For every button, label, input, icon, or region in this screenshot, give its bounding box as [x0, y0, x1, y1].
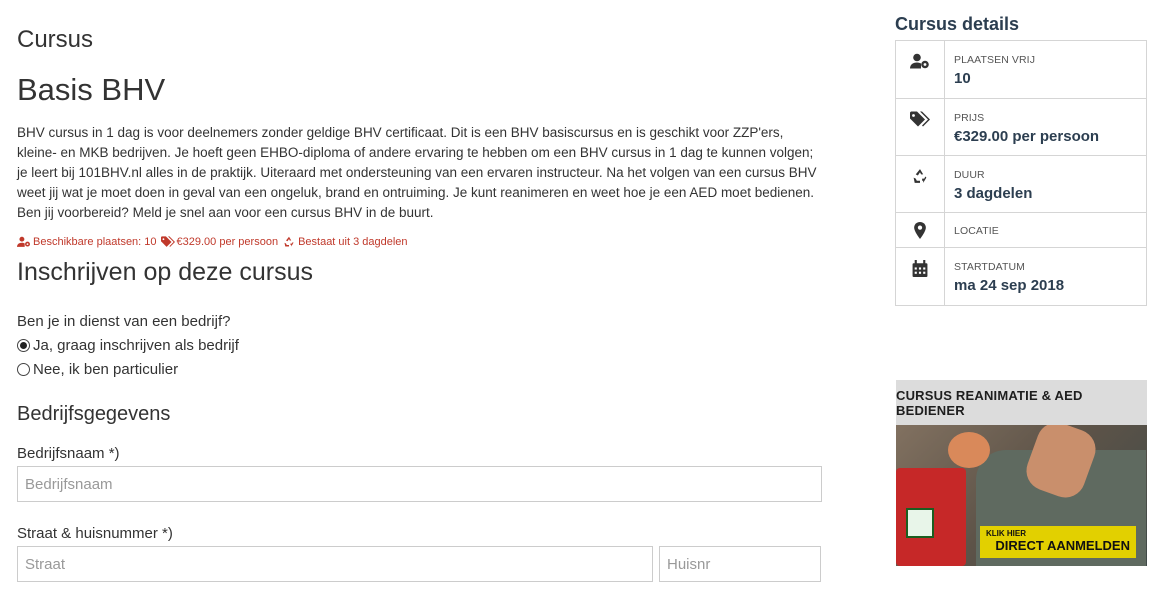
detail-row-startdate: STARTDATUM ma 24 sep 2018	[896, 248, 1146, 305]
aed-device	[896, 468, 966, 566]
recycle-icon	[913, 169, 927, 183]
company-details-heading: Bedrijfsgegevens	[17, 403, 171, 425]
course-description: BHV cursus in 1 dag is voor deelnemers z…	[17, 125, 817, 220]
course-details-table: PLAATSEN VRIJ 10 PRIJS €329.00 per perso…	[895, 40, 1147, 306]
course-details-heading: Cursus details	[895, 14, 1020, 34]
meta-places-text: Beschikbare plaatsen: 10	[33, 236, 157, 248]
tags-icon	[160, 236, 175, 247]
enroll-heading: Inschrijven op deze cursus	[17, 258, 313, 286]
radio-company-label: Ja, graag inschrijven als bedrijf	[33, 337, 239, 354]
street-input[interactable]	[17, 546, 653, 582]
radio-company[interactable]: Ja, graag inschrijven als bedrijf	[17, 337, 239, 354]
meta-price: €329.00 per persoon	[160, 236, 279, 248]
banner-cta-big: DIRECT AANMELDEN	[995, 538, 1130, 553]
meta-duration-text: Bestaat uit 3 dagdelen	[298, 236, 408, 248]
radio-private[interactable]: Nee, ik ben particulier	[17, 361, 178, 378]
detail-value-places: 10	[954, 70, 971, 87]
meta-price-text: €329.00 per persoon	[176, 236, 279, 248]
detail-key-places: PLAATSEN VRIJ	[954, 54, 1036, 66]
detail-value-price: €329.00 per persoon	[954, 128, 1100, 145]
detail-key-duration: DUUR	[954, 169, 985, 181]
radio-company-button[interactable]	[17, 339, 30, 352]
detail-row-price: PRIJS €329.00 per persoon	[896, 99, 1146, 156]
radio-private-label: Nee, ik ben particulier	[33, 361, 179, 378]
banner-title: CURSUS REANIMATIE & AED BEDIENER	[896, 380, 1147, 425]
aed-course-banner[interactable]: CURSUS REANIMATIE & AED BEDIENER KLIK HI…	[896, 380, 1147, 566]
detail-key-startdate: STARTDATUM	[954, 261, 1025, 273]
employment-question: Ben je in dienst van een bedrijf?	[17, 313, 231, 330]
detail-key-location: LOCATIE	[954, 225, 999, 237]
detail-row-duration: DUUR 3 dagdelen	[896, 156, 1146, 213]
meta-duration: Bestaat uit 3 dagdelen	[282, 236, 408, 248]
detail-row-places: PLAATSEN VRIJ 10	[896, 41, 1146, 99]
detail-row-location: LOCATIE	[896, 213, 1146, 248]
banner-cta-button[interactable]: KLIK HIER DIRECT AANMELDEN	[980, 526, 1136, 558]
radio-private-button[interactable]	[17, 363, 30, 376]
user-gear-icon	[17, 236, 30, 247]
street-label: Straat & huisnummer *)	[17, 525, 173, 542]
detail-value-duration: 3 dagdelen	[954, 185, 1033, 202]
tags-icon	[910, 111, 930, 127]
detail-value-startdate: ma 24 sep 2018	[954, 277, 1065, 294]
course-meta-row: Beschikbare plaatsen: 10 €329.00 per per…	[17, 236, 412, 248]
meta-places: Beschikbare plaatsen: 10	[17, 236, 157, 248]
detail-key-price: PRIJS	[954, 112, 985, 124]
user-gear-icon	[910, 53, 929, 69]
section-label: Cursus	[17, 26, 94, 53]
banner-cta-small: KLIK HIER	[986, 529, 1026, 538]
cpr-dummy-head	[948, 432, 990, 468]
house-number-input[interactable]	[659, 546, 821, 582]
company-name-label: Bedrijfsnaam *)	[17, 445, 120, 462]
recycle-icon	[284, 236, 294, 247]
map-marker-icon	[914, 222, 926, 239]
company-name-input[interactable]	[17, 466, 822, 502]
calendar-icon	[912, 260, 928, 277]
course-title: Basis BHV	[17, 72, 166, 107]
